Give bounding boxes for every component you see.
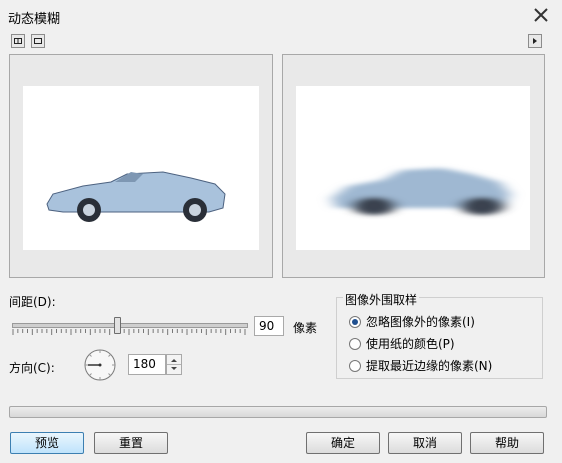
slider-thumb[interactable] <box>114 317 122 334</box>
radio-label: 使用纸的颜色(P) <box>366 337 455 351</box>
radio-button[interactable] <box>349 337 361 350</box>
dialog-title: 动态模糊 <box>8 12 61 27</box>
help-button[interactable]: 帮助 <box>470 432 544 454</box>
single-pane-view-button[interactable] <box>31 34 45 48</box>
cancel-button[interactable]: 取消 <box>388 432 462 454</box>
slider-ticks <box>12 329 246 335</box>
close-icon[interactable] <box>532 6 550 24</box>
single-view-icon <box>34 38 42 44</box>
expand-panel-button[interactable] <box>528 34 542 48</box>
result-preview-panel <box>282 54 545 278</box>
original-preview-panel <box>9 54 273 278</box>
blurred-image <box>296 86 530 250</box>
radio-paper-color[interactable]: 使用纸的颜色(P) <box>349 335 455 352</box>
radio-label: 提取最近边缘的像素(N) <box>366 359 493 373</box>
progress-bar <box>9 406 547 418</box>
original-image <box>23 86 259 250</box>
radio-ignore-outside[interactable]: 忽略图像外的像素(I) <box>349 313 475 330</box>
sampling-group-title: 图像外围取样 <box>343 291 420 308</box>
ok-button[interactable]: 确定 <box>306 432 380 454</box>
radio-button[interactable] <box>349 359 361 372</box>
distance-label: 间距(D): <box>9 295 56 309</box>
preview-button[interactable]: 预览 <box>10 432 84 454</box>
two-pane-view-button[interactable] <box>11 34 25 48</box>
blurred-car-image <box>332 168 510 215</box>
direction-label: 方向(C): <box>9 361 55 375</box>
car-image <box>46 171 226 222</box>
split-view-icon <box>14 38 22 44</box>
radio-label: 忽略图像外的像素(I) <box>366 315 475 329</box>
direction-dial[interactable] <box>83 348 117 382</box>
direction-input[interactable]: 180 <box>128 354 166 375</box>
reset-button[interactable]: 重置 <box>94 432 168 454</box>
spinner-arrows-icon <box>167 359 181 370</box>
distance-slider[interactable] <box>12 315 248 337</box>
radio-button[interactable] <box>349 315 361 328</box>
distance-input[interactable]: 90 <box>254 316 284 336</box>
radio-nearest-edge[interactable]: 提取最近边缘的像素(N) <box>349 357 492 374</box>
direction-spinner[interactable] <box>166 354 182 375</box>
slider-track <box>12 323 248 328</box>
triangle-right-icon <box>533 38 537 44</box>
distance-unit: 像素 <box>293 321 318 335</box>
